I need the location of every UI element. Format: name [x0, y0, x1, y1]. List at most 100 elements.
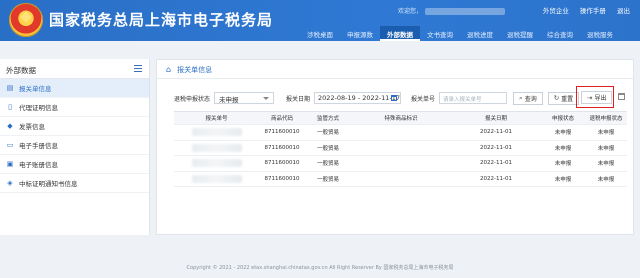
special-flag-cell [351, 156, 451, 171]
declaration-date-cell: 2022-11-01 [480, 160, 512, 167]
reset-button[interactable]: ↻ 重置 [547, 91, 580, 105]
status-cell: 未申报 [554, 145, 572, 152]
declaration-no-cell [174, 156, 259, 171]
special-flag-cell [351, 125, 451, 140]
sidebar-item-label: 电子手册信息 [19, 142, 58, 150]
nav-query[interactable]: 综合查询 [540, 26, 580, 41]
declaration-no-cell [174, 141, 259, 156]
special-flag-cell [351, 141, 451, 156]
supervision-method-cell: 一般贸易 [316, 161, 339, 168]
column-header: 报关单号 [205, 116, 228, 122]
sidebar-item-label: 发票信息 [19, 123, 45, 131]
badge-icon: ◈ [7, 179, 13, 187]
nav-refund-service[interactable]: 退税服务 [580, 26, 620, 41]
document-icon: ▯ [8, 103, 12, 111]
declaration-date-cell: 2022-11-01 [480, 144, 512, 151]
nav-declare-source[interactable]: 申报源数 [340, 26, 380, 41]
query-button-label: 查询 [524, 95, 537, 103]
date-filter-label: 报关日期 [286, 95, 311, 103]
product-code-cell: 8711600010 [264, 160, 300, 167]
monitor-icon: ▣ [6, 160, 14, 168]
declaration-no-cell [174, 125, 259, 140]
declaration-table: 报关单号 商品代码 监管方式 特殊商品标识 报关日期 申报状态 退税申报状态 8… [174, 111, 627, 187]
status-filter-label: 退税申报状态 [174, 95, 211, 103]
nav-refund-progress[interactable]: 退税进度 [460, 26, 500, 41]
main-panel: ⌂ 报关单信息 退税申报状态 未申报 报关日期 2022-08-19 - 202… [156, 59, 634, 235]
supervision-method-cell: 一般贸易 [316, 145, 339, 152]
sidebar-item-label: 报关单信息 [19, 85, 52, 93]
product-code-cell: 8711600010 [264, 175, 300, 182]
redacted-value [191, 159, 242, 168]
sidebar-item-label: 代理证明信息 [19, 104, 58, 112]
link-foreign-trade[interactable]: 外贸企业 [543, 7, 569, 15]
sidebar-item-label: 电子账册信息 [19, 161, 58, 169]
menu-icon[interactable] [134, 65, 142, 72]
table-row[interactable]: 8711600010 一般贸易 2022-11-01 未申报 未申报 [174, 125, 627, 141]
link-logout[interactable]: 退出 [617, 7, 630, 15]
home-icon[interactable]: ⌂ [166, 65, 171, 74]
nav-refund-reminder[interactable]: 退税提醒 [500, 26, 540, 41]
masked-user-name [425, 8, 506, 15]
table-row[interactable]: 8711600010 一般贸易 2022-11-01 未申报 未申报 [174, 172, 627, 187]
nav-documents[interactable]: 文书查询 [420, 26, 460, 41]
date-range-input[interactable]: 2022-08-19 - 2022-11-17 [314, 92, 402, 104]
table-row[interactable]: 8711600010 一般贸易 2022-11-01 未申报 未申报 [174, 141, 627, 156]
breadcrumb: ⌂ 报关单信息 [157, 60, 633, 79]
declaration-date-cell: 2022-11-01 [480, 129, 512, 136]
declaration-no-input[interactable]: 请录入报关单号 [439, 92, 508, 104]
column-header: 商品代码 [270, 116, 293, 122]
print-icon[interactable] [618, 93, 625, 100]
redacted-value [191, 128, 242, 137]
top-links: 外贸企业 操作手册 退出 [534, 5, 630, 15]
product-code-cell: 8711600010 [264, 129, 300, 136]
supervision-method-cell: 一般贸易 [316, 130, 339, 137]
calendar-icon [391, 95, 398, 101]
book-icon: ▭ [6, 141, 14, 149]
tag-icon: ◆ [7, 122, 13, 130]
export-button-label: 导出 [594, 95, 607, 102]
export-button[interactable]: ⇥ 导出 [581, 91, 613, 104]
column-header: 退税申报状态 [589, 116, 623, 122]
sidebar-item-customs-declaration[interactable]: ▤ 报关单信息 [0, 79, 149, 98]
column-header: 监管方式 [316, 116, 339, 122]
column-header: 特殊商品标识 [384, 116, 418, 122]
refund-status-cell: 未申报 [597, 176, 615, 183]
product-code-cell: 8711600010 [264, 144, 300, 151]
nav-desktop[interactable]: 涉税桌面 [300, 26, 340, 41]
sidebar-title: 外部数据 [6, 66, 36, 75]
query-button[interactable]: ⌕ 查询 [513, 91, 543, 105]
link-manual[interactable]: 操作手册 [580, 7, 606, 15]
nav-external-data[interactable]: 外部数据 [380, 26, 420, 41]
welcome-label: 欢迎您， [398, 8, 423, 15]
list-icon: ▤ [6, 84, 14, 92]
column-header: 申报状态 [551, 116, 574, 122]
tax-emblem-logo [9, 3, 43, 37]
table-header-row: 报关单号 商品代码 监管方式 特殊商品标识 报关日期 申报状态 退税申报状态 [174, 112, 627, 125]
redacted-value [191, 143, 242, 152]
refund-status-cell: 未申报 [597, 130, 615, 137]
sidebar-item-agency-certificate[interactable]: ▯ 代理证明信息 [0, 98, 149, 117]
refund-status-cell: 未申报 [597, 145, 615, 152]
copyright-footer: Copyright © 2021 - 2022 etax.shanghai.ch… [186, 265, 454, 271]
chevron-down-icon [263, 97, 270, 100]
sidebar-item-e-manual[interactable]: ▭ 电子手册信息 [0, 136, 149, 155]
table-row[interactable]: 8711600010 一般贸易 2022-11-01 未申报 未申报 [174, 156, 627, 172]
refresh-icon: ↻ [553, 94, 560, 102]
breadcrumb-current: 报关单信息 [177, 65, 213, 74]
status-select[interactable]: 未申报 [214, 92, 275, 104]
search-icon: ⌕ [519, 93, 523, 102]
sidebar-item-e-account[interactable]: ▣ 电子账册信息 [0, 155, 149, 174]
sidebar: 外部数据 ▤ 报关单信息 ▯ 代理证明信息 ◆ 发票信息 ▭ 电子手册信息 ▣ 电子账册信… [0, 59, 150, 235]
refund-status-cell: 未申报 [597, 161, 615, 168]
status-cell: 未申报 [554, 161, 572, 168]
status-cell: 未申报 [554, 130, 572, 137]
special-flag-cell [351, 172, 451, 187]
declaration-no-label: 报关单号 [411, 95, 436, 103]
declaration-no-cell [174, 172, 259, 187]
export-highlight-box: ⇥ 导出 [576, 86, 614, 108]
main-nav: 涉税桌面 申报源数 外部数据 文书查询 退税进度 退税提醒 综合查询 退税服务 [300, 26, 620, 41]
status-select-value: 未申报 [219, 96, 239, 104]
reset-button-label: 重置 [561, 95, 574, 103]
sidebar-item-bid-notice[interactable]: ◈ 中标证明通知书信息 [0, 174, 149, 193]
sidebar-item-invoice[interactable]: ◆ 发票信息 [0, 117, 149, 136]
